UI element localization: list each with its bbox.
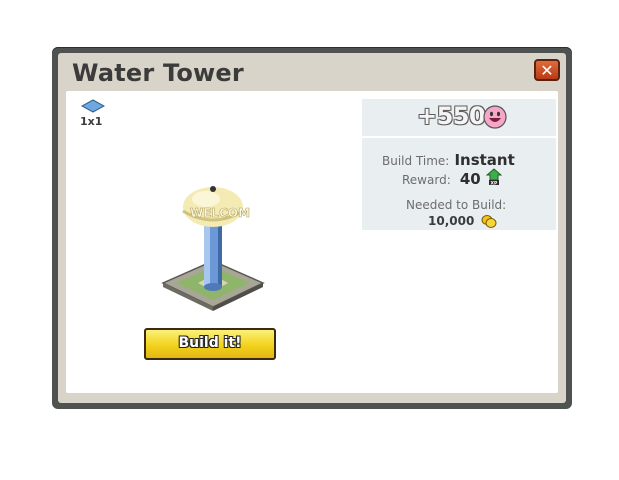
reward-label: Reward: bbox=[402, 173, 451, 187]
dialog-body: Water Tower ✕ 1x1 WELCOM Build it! +550 … bbox=[58, 53, 566, 403]
coin-icon bbox=[481, 215, 497, 228]
dialog-title: Water Tower bbox=[72, 59, 244, 87]
tile-size-icon bbox=[81, 99, 105, 113]
build-dialog: Water Tower ✕ 1x1 WELCOM Build it! +550 … bbox=[52, 47, 572, 409]
close-button[interactable]: ✕ bbox=[534, 59, 560, 81]
build-time-label: Build Time: bbox=[382, 154, 450, 168]
smiley-icon bbox=[483, 105, 507, 129]
xp-bonus-box: +550 bbox=[362, 99, 556, 136]
title-bar: Water Tower ✕ bbox=[58, 53, 566, 91]
svg-text:XP: XP bbox=[490, 180, 497, 186]
reward-value: 40 bbox=[459, 170, 481, 188]
stats-box: Build Time: Instant Reward: 40 XP Needed… bbox=[362, 138, 556, 230]
size-label: 1x1 bbox=[80, 115, 103, 128]
info-panel: +550 Build Time: Instant Reward: 40 XP N… bbox=[362, 99, 556, 230]
water-tower-image: WELCOM bbox=[161, 186, 265, 311]
xp-bonus-value: +550 bbox=[417, 102, 486, 130]
cost-value: 10,000 bbox=[428, 214, 475, 228]
build-it-button[interactable]: Build it! bbox=[144, 328, 276, 360]
svg-text:WELCOM: WELCOM bbox=[190, 206, 250, 220]
build-time-value: Instant bbox=[454, 151, 515, 169]
close-icon: ✕ bbox=[540, 61, 554, 80]
xp-icon: XP bbox=[485, 168, 503, 186]
content-area: 1x1 WELCOM Build it! +550 Build Time: In… bbox=[66, 91, 558, 393]
